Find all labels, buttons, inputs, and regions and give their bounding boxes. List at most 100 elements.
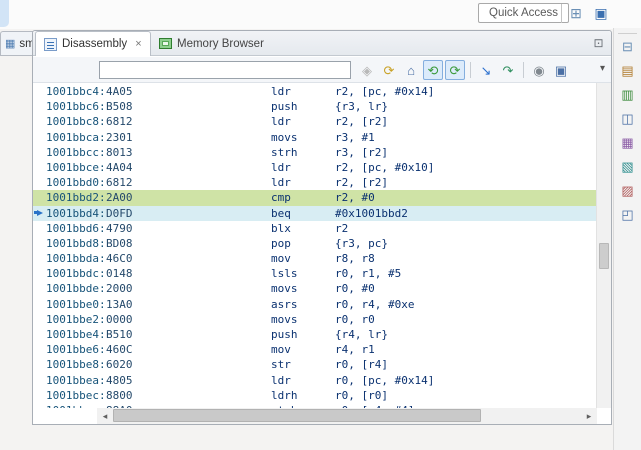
asm-mnemonic: str xyxy=(271,358,291,372)
asm-address: 1001bbd6: xyxy=(46,221,106,235)
asm-opcode: 4A04 xyxy=(106,160,133,174)
sync-with-pc-icon[interactable]: ⟲ xyxy=(423,60,443,80)
asm-operands: r0, [r0] xyxy=(335,388,388,402)
asm-address: 1001bbd8: xyxy=(46,236,106,250)
left-view-tab-label: sm xyxy=(19,37,33,50)
asm-address: 1001bbda: xyxy=(46,252,106,266)
disassembly-row[interactable]: 1001bbde: 2000 movs r0, #0 xyxy=(33,281,596,296)
disassembly-row[interactable]: 1001bbca: 2301 movs r3, #1 xyxy=(33,130,596,145)
asm-opcode: 460C xyxy=(106,343,133,357)
disassembly-view: Disassembly × Memory Browser ⊡ ◈ ⟳ ⌂ ⟲ ⟳ ↘ ↷ ◉ ▣… xyxy=(32,30,612,425)
minimized-view-icon-7[interactable]: ◰ xyxy=(620,207,636,223)
asm-operands: r2, #0 xyxy=(335,191,375,205)
asm-mnemonic: movs xyxy=(271,312,298,326)
asm-mnemonic: push xyxy=(271,328,298,341)
disassembly-row[interactable]: 1001bbe6: 460C mov r4, r1 xyxy=(33,342,596,357)
tab-disassembly[interactable]: Disassembly × xyxy=(35,31,151,56)
disassembly-row[interactable]: 1001bbda: 46C0 mov r8, r8 xyxy=(33,251,596,266)
disassembly-row[interactable]: 1001bbec: 8800 ldrh r0, [r0] xyxy=(33,388,596,403)
disassembly-row[interactable]: 1001bbe8: 6020 str r0, [r4] xyxy=(33,357,596,372)
asm-address: 1001bbe8: xyxy=(46,358,106,372)
resume-icon[interactable]: ↷ xyxy=(498,60,518,80)
asm-opcode: 13A0 xyxy=(106,297,133,311)
ide-screen: Quick Access ⊞ ▣ ▦ sm Disassembly × Memor… xyxy=(0,0,641,450)
disassembly-row[interactable]: 1001bbc8: 6812 ldr r2, [r2] xyxy=(33,114,596,129)
disassembly-row[interactable]: 1001bbcc: 8013 strh r3, [r2] xyxy=(33,145,596,160)
disassembly-row[interactable]: 1001bbdc: 0148 lsls r0, r1, #5 xyxy=(33,266,596,281)
restore-views-icon[interactable]: ⊟ xyxy=(620,39,636,55)
minimized-view-icon-2[interactable]: ▥ xyxy=(620,87,636,103)
asm-mnemonic: ldr xyxy=(271,115,291,129)
asm-mnemonic: pop xyxy=(271,236,291,250)
view-menu-icon[interactable]: ▾ xyxy=(600,64,605,74)
tab-memory-browser[interactable]: Memory Browser xyxy=(151,31,272,56)
refresh-icon[interactable]: ⟳ xyxy=(379,60,399,80)
follow-pc-icon[interactable]: ⟳ xyxy=(445,60,465,80)
asm-mnemonic: ldr xyxy=(271,85,291,98)
left-view-tab[interactable]: ▦ sm xyxy=(0,31,33,56)
asm-mnemonic: ldr xyxy=(271,160,291,174)
disassembly-row[interactable]: 1001bbe4: B510 push {r4, lr} xyxy=(33,327,596,342)
asm-opcode: D0FD xyxy=(106,206,133,220)
toolbar-overflow-area xyxy=(0,0,9,27)
minimized-view-icon-4[interactable]: ▦ xyxy=(620,135,636,151)
scroll-right-icon[interactable]: ▸ xyxy=(581,408,597,424)
asm-address: 1001bbce: xyxy=(46,160,106,174)
minimized-view-icon-3[interactable]: ◫ xyxy=(620,111,636,127)
asm-opcode: 6812 xyxy=(106,115,133,129)
tab-memory-browser-label: Memory Browser xyxy=(177,37,264,50)
asm-opcode: 8800 xyxy=(106,388,133,402)
scroll-left-icon[interactable]: ◂ xyxy=(97,408,113,424)
toolbar-separator xyxy=(561,4,562,23)
disassembly-row[interactable]: 1001bbd0: 6812 ldr r2, [r2] xyxy=(33,175,596,190)
asm-operands: #0x1001bbd2 xyxy=(335,206,408,220)
asm-address: 1001bbd2: xyxy=(46,191,106,205)
vertical-scrollbar[interactable] xyxy=(596,83,611,408)
asm-address: 1001bbea: xyxy=(46,373,106,387)
disassembly-row[interactable]: 1001bbd6: 4790 blx r2 xyxy=(33,221,596,236)
asm-operands: r2, [r2] xyxy=(335,176,388,190)
asm-opcode: 4805 xyxy=(106,373,133,387)
open-new-view-icon[interactable]: ▣ xyxy=(551,60,571,80)
asm-operands: r3, #1 xyxy=(335,130,375,144)
open-perspective-icon[interactable]: ⊞ xyxy=(567,4,585,22)
minimized-view-icon-5[interactable]: ▧ xyxy=(620,159,636,175)
horizontal-scrollbar[interactable]: ◂ ▸ xyxy=(97,408,597,424)
asm-address: 1001bbe6: xyxy=(46,343,106,357)
disassembly-row[interactable]: 1001bbe2: 0000 movs r0, r0 xyxy=(33,312,596,327)
disassembly-row[interactable]: 1001bbd8: BD08 pop {r3, pc} xyxy=(33,236,596,251)
disassembly-row[interactable]: 1001bbe0: 13A0 asrs r0, r4, #0xe xyxy=(33,297,596,312)
quick-access-button[interactable]: Quick Access xyxy=(478,3,570,23)
disassembly-row[interactable]: 1001bbce: 4A04 ldr r2, [pc, #0x10] xyxy=(33,160,596,175)
home-icon[interactable]: ⌂ xyxy=(401,60,421,80)
disassembly-row[interactable]: 1001bbc6: B508 push {r3, lr} xyxy=(33,99,596,114)
asm-mnemonic: mov xyxy=(271,252,291,266)
minimize-view-icon[interactable]: ⊡ xyxy=(591,36,606,51)
minimized-view-icon-6[interactable]: ▨ xyxy=(620,183,636,199)
address-input[interactable] xyxy=(99,61,351,79)
asm-opcode: BD08 xyxy=(106,236,133,250)
horizontal-scrollbar-thumb[interactable] xyxy=(113,409,481,422)
disassembly-row[interactable]: 1001bbd4: D0FD beq #0x1001bbd2 xyxy=(33,205,596,221)
asm-address: 1001bbd4: xyxy=(46,206,106,220)
pin-view-icon[interactable]: ◉ xyxy=(529,60,549,80)
horizontal-scrollbar-track[interactable] xyxy=(113,408,581,424)
debug-perspective-icon[interactable]: ▣ xyxy=(592,4,610,22)
disassembly-row[interactable]: 1001bbea: 4805 ldr r0, [pc, #0x14] xyxy=(33,373,596,388)
minimized-view-icon-1[interactable]: ▤ xyxy=(620,63,636,79)
step-into-icon[interactable]: ↘ xyxy=(476,60,496,80)
asm-mnemonic: ldrh xyxy=(271,388,298,402)
asm-operands: r0, [r4] xyxy=(335,358,388,372)
asm-address: 1001bbc8: xyxy=(46,115,106,129)
vertical-scrollbar-thumb[interactable] xyxy=(599,243,609,269)
asm-mnemonic: asrs xyxy=(271,297,298,311)
disassembly-row[interactable]: 1001bbd2: 2A00 cmp r2, #0 xyxy=(33,190,596,206)
asm-operands: r0, r4, #0xe xyxy=(335,297,415,311)
asm-opcode: 6020 xyxy=(106,358,133,372)
strip-divider xyxy=(618,33,637,34)
asm-operands: r2, [pc, #0x14] xyxy=(335,85,435,98)
asm-address: 1001bbcc: xyxy=(46,145,106,159)
close-icon[interactable]: × xyxy=(135,38,141,50)
asm-address: 1001bbe2: xyxy=(46,312,106,326)
disassembly-row[interactable]: 1001bbc4: 4A05 ldr r2, [pc, #0x14] xyxy=(33,84,596,99)
